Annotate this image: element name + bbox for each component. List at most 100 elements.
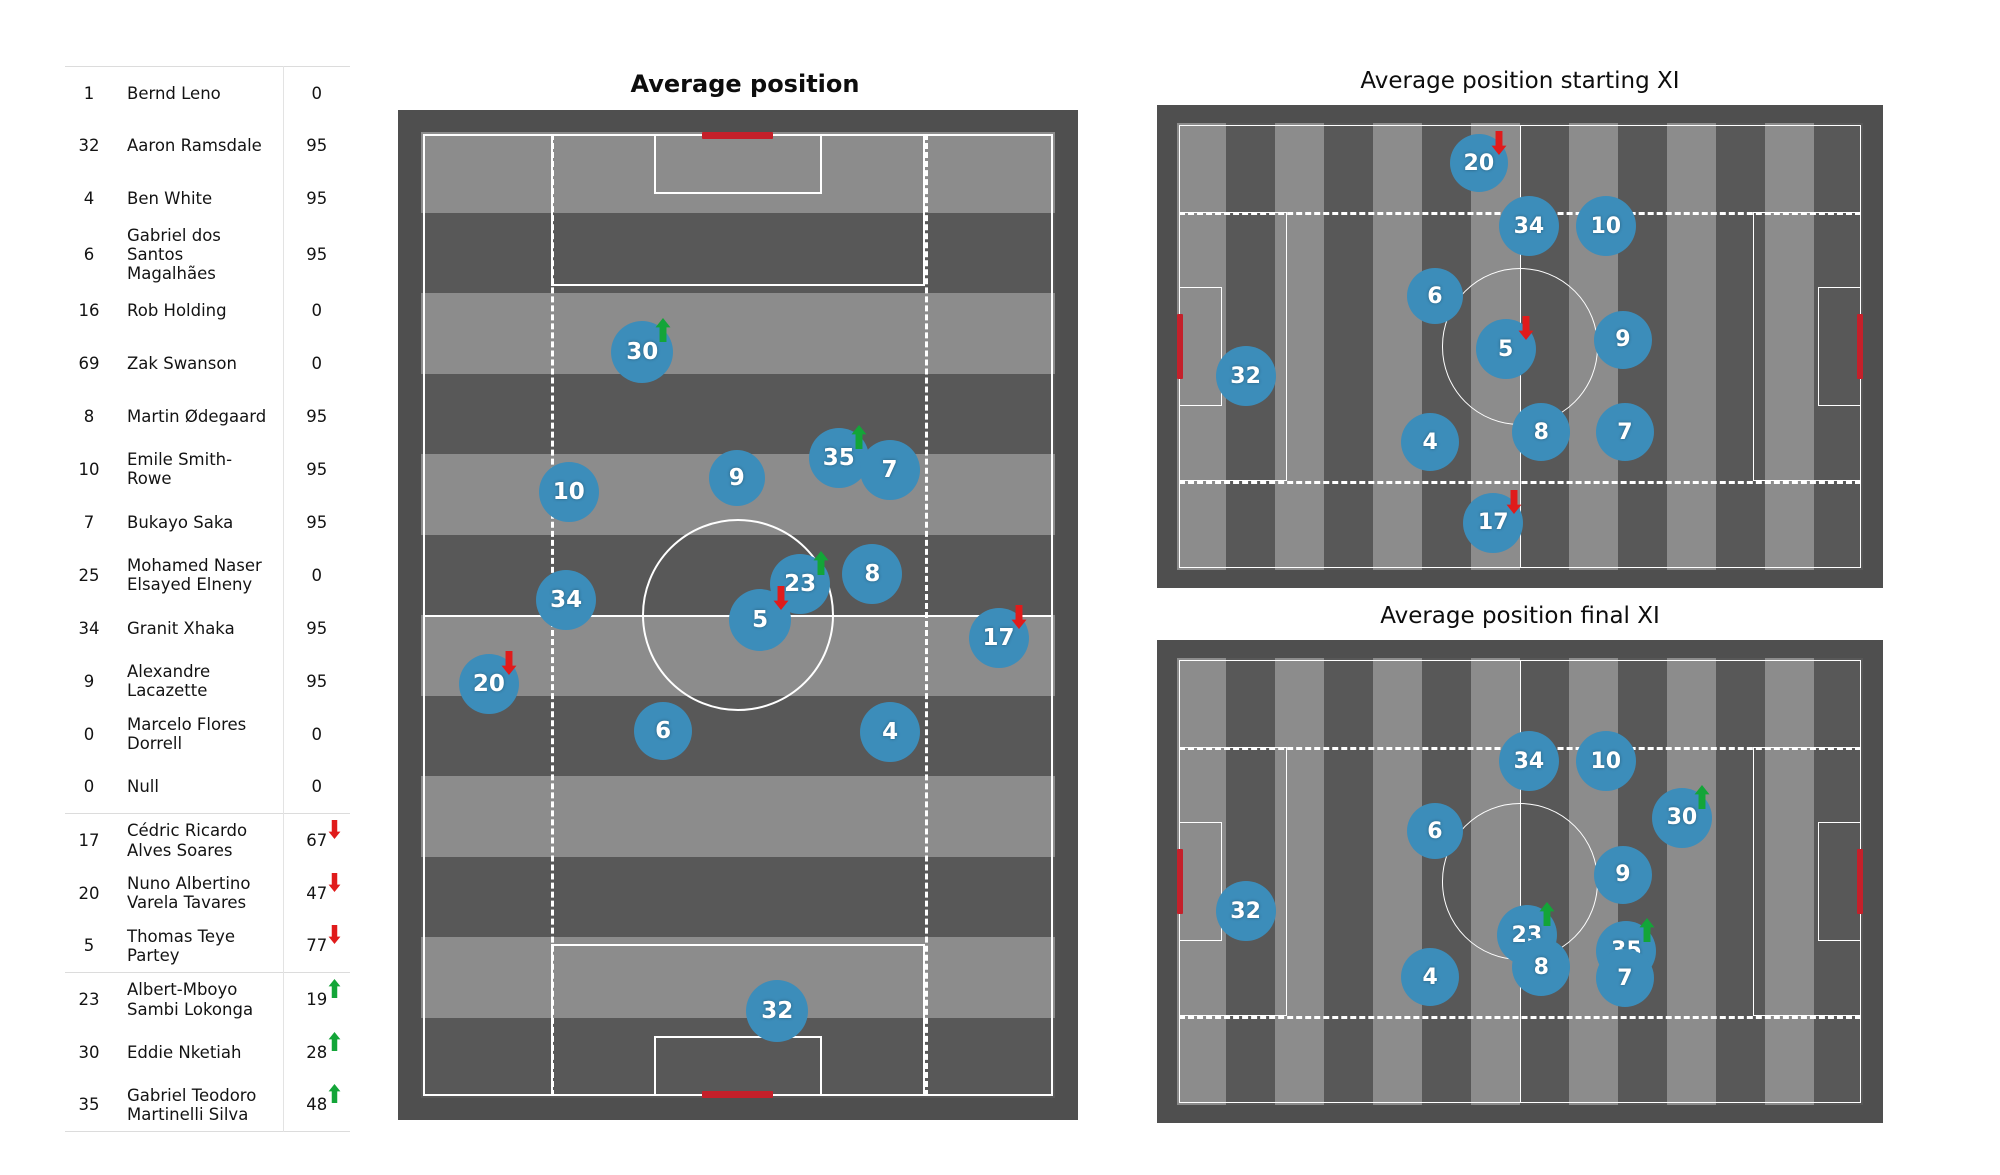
player-position-marker[interactable]: 10 [1575,731,1636,792]
player-position-marker[interactable]: 6 [634,701,693,760]
marker-shirt-number: 8 [1533,419,1549,445]
player-minutes-cell: 19 [282,972,350,1026]
player-name: Granit Xhaka [127,618,235,638]
minutes-value: 77 [306,925,341,955]
player-shirt-number: 16 [78,300,100,320]
table-row: 69 Zak Swanson 0 [65,336,350,390]
player-shirt-number: 20 [78,883,100,903]
player-shirt-number: 6 [83,244,95,264]
player-position-marker[interactable]: 6 [1406,268,1463,325]
player-position-marker[interactable]: 4 [860,701,921,762]
minutes-value: 95 [306,136,328,156]
table-row: 5 Thomas Teye Partey 77 [65,919,350,973]
marker-shirt-number: 5 [1497,336,1514,362]
starting-xi-pitch-surface: 20 34 10 6 5 9 32 8 7 4 17 [1177,123,1863,570]
player-shirt-number: 30 [78,1042,100,1062]
marker-shirt-number: 34 [1513,213,1545,239]
player-minutes-cell: 95 [282,172,350,226]
player-position-marker[interactable]: 9 [1593,845,1652,904]
marker-shirt-number: 30 [1666,805,1698,831]
goal-left [1177,849,1183,914]
sub-on-arrow-icon [655,317,671,343]
table-row: 6 Gabriel dos Santos Magalhães 95 [65,225,350,284]
player-name: Null [127,777,159,797]
sub-off-arrow-icon [1011,604,1027,630]
player-position-marker[interactable]: 9 [1593,310,1652,369]
player-minutes-cell: 0 [282,707,350,761]
player-shirt-number: 9 [83,671,95,691]
minutes-value: 47 [306,872,341,903]
main-pitch-surface: 30 9 35 7 10 34 23 8 5 17 20 6 4 32 [421,132,1055,1098]
player-position-marker[interactable]: 6 [1406,803,1463,860]
channel-line-right [925,134,929,1096]
player-position-marker[interactable]: 34 [536,569,597,630]
player-position-marker[interactable]: 10 [1575,196,1636,257]
player-name: Emile Smith-Rowe [127,449,233,489]
player-minutes-cell: 0 [282,283,350,337]
player-position-marker[interactable]: 7 [1595,403,1654,462]
player-minutes-cell: 95 [282,119,350,173]
player-position-marker[interactable]: 10 [538,462,599,523]
player-name: Martin Ødegaard [127,406,267,426]
player-position-marker[interactable]: 32 [1215,881,1276,942]
sub-off-arrow-icon [328,872,341,892]
minutes-value: 95 [306,244,328,264]
player-position-marker[interactable]: 9 [708,449,765,506]
minutes-value: 95 [306,512,328,532]
player-position-marker[interactable]: 32 [1215,346,1276,407]
marker-shirt-number: 17 [982,625,1015,652]
marker-shirt-number: 30 [626,339,659,366]
marker-shirt-number: 9 [1615,327,1631,353]
player-position-marker[interactable]: 7 [859,440,920,501]
minutes-value: 95 [306,459,328,479]
table-row: 23 Albert-Mboyo Sambi Lokonga 19 [65,972,350,1026]
goal-right [1857,849,1863,914]
main-pitch: 30 9 35 7 10 34 23 8 5 17 20 6 4 32 [398,110,1078,1120]
channel-line-bottom [1179,480,1861,484]
sub-off-arrow-icon [1518,315,1534,341]
player-shirt-number: 17 [65,813,113,867]
player-name: Alexandre Lacazette [127,661,211,701]
player-minutes-cell: 67 [282,813,350,867]
marker-shirt-number: 10 [552,479,585,506]
player-position-marker[interactable]: 4 [1401,948,1460,1007]
six-yard-box-right [1818,822,1861,941]
main-pitch-title: Average position [630,70,860,98]
player-position-marker[interactable]: 34 [1498,731,1559,792]
marker-shirt-number: 35 [822,444,855,471]
player-minutes-cell: 0 [282,548,350,602]
final-xi-pitch: 34103069322335874 [1157,640,1883,1123]
marker-shirt-number: 8 [1533,954,1549,980]
player-position-marker[interactable]: 32 [746,980,809,1043]
six-yard-box-bottom [653,1036,822,1096]
player-shirt-number: 69 [78,353,100,373]
marker-shirt-number: 32 [1230,898,1261,924]
six-yard-box-left [1179,822,1222,941]
minutes-value: 0 [311,777,323,797]
sub-on-arrow-icon [328,1084,341,1104]
player-position-marker[interactable]: 7 [1595,949,1654,1008]
sub-on-arrow-icon [1539,901,1555,927]
player-position-marker[interactable]: 4 [1401,413,1460,472]
player-name: Rob Holding [127,300,227,320]
player-name: Ben White [127,189,213,209]
player-minutes-cell: 0 [282,336,350,390]
marker-shirt-number: 6 [655,717,672,744]
roster-table: 1 Bernd Leno 0 32 Aaron Ramsdale 95 4 Ben White… [65,66,350,1132]
player-name: Bernd Leno [127,83,221,103]
player-minutes-cell: 95 [282,225,350,284]
sub-off-arrow-icon [328,819,341,839]
player-minutes-cell: 77 [282,919,350,973]
player-shirt-number: 4 [83,189,95,209]
table-row: 7 Bukayo Saka 95 [65,495,350,549]
minutes-value: 67 [306,819,341,850]
player-minutes-cell: 0 [282,66,350,120]
marker-shirt-number: 6 [1427,283,1443,309]
six-yard-box-left [1179,287,1222,406]
minutes-value: 19 [306,978,341,1009]
player-position-marker[interactable]: 34 [1498,196,1559,257]
marker-shirt-number: 10 [1590,748,1622,774]
marker-shirt-number: 5 [752,606,769,633]
marker-shirt-number: 17 [1477,510,1509,536]
final-xi-pitch-title: Average position final XI [1380,603,1660,629]
